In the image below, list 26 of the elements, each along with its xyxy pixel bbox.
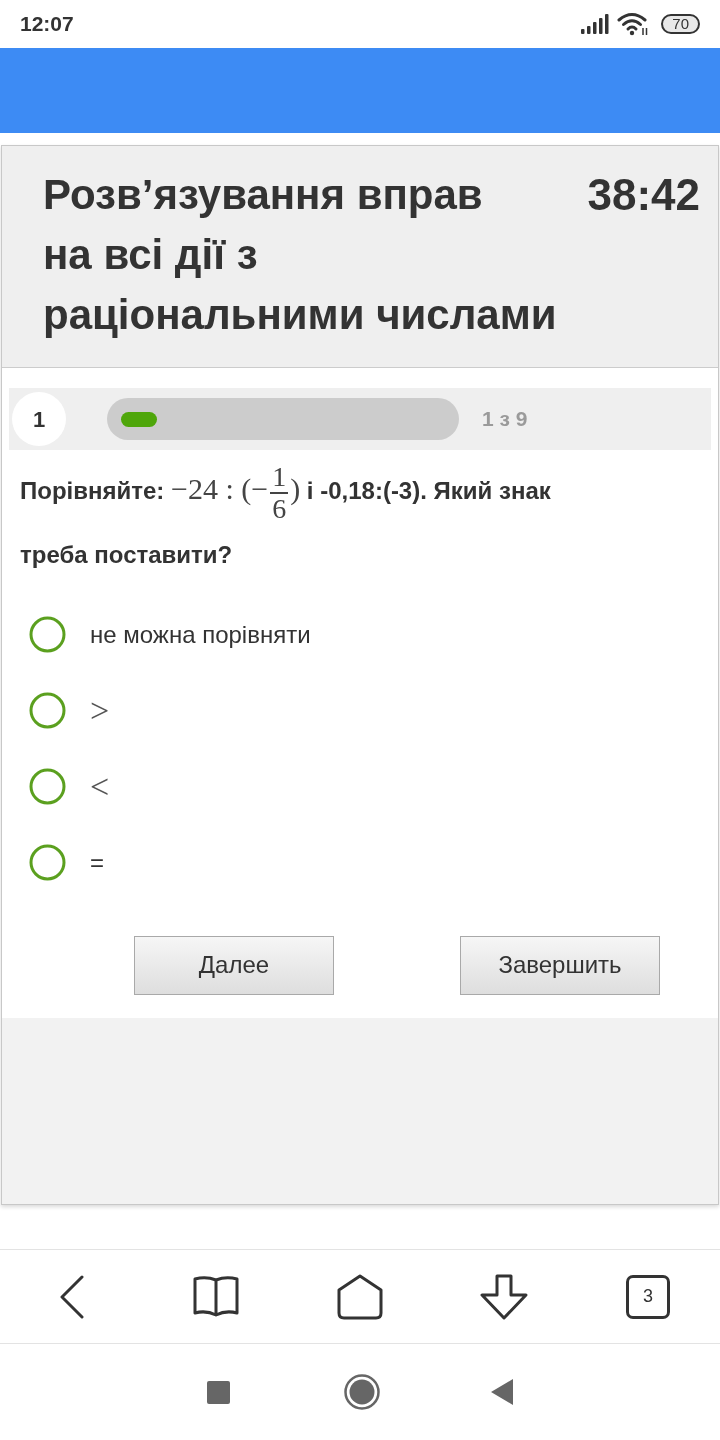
book-icon[interactable] xyxy=(193,1275,239,1318)
recent-apps-icon[interactable] xyxy=(207,1380,230,1404)
signal-icon xyxy=(581,14,610,34)
option-label[interactable]: не можна порівняти xyxy=(90,616,311,653)
status-time: 12:07 xyxy=(20,11,74,38)
tabs-button[interactable]: 3 xyxy=(626,1274,670,1319)
back-icon[interactable] xyxy=(491,1379,513,1405)
back-icon[interactable] xyxy=(60,1274,84,1319)
question-number: 1 xyxy=(12,392,66,446)
radio-button[interactable] xyxy=(29,616,66,654)
wifi-icon xyxy=(617,12,650,36)
nav-button[interactable]: Завершить xyxy=(460,935,660,995)
quiz-title: Розв’язування вправ на всі дії з раціональними числами xyxy=(43,171,557,338)
option-label[interactable]: < xyxy=(90,761,110,813)
radio-button[interactable] xyxy=(29,844,66,882)
radio-button[interactable] xyxy=(29,692,66,730)
download-icon[interactable] xyxy=(479,1273,529,1320)
home-icon[interactable] xyxy=(344,1374,380,1410)
radio-button[interactable] xyxy=(29,768,66,806)
nav-button[interactable]: Далее xyxy=(134,935,334,995)
question-counter: 1 з 9 xyxy=(482,406,528,433)
option-label[interactable]: > xyxy=(90,685,110,737)
quiz-timer: 38:42 xyxy=(587,169,700,221)
option-label[interactable]: = xyxy=(90,844,104,881)
home-icon[interactable] xyxy=(337,1273,383,1320)
battery-indicator: 70 xyxy=(661,14,700,34)
